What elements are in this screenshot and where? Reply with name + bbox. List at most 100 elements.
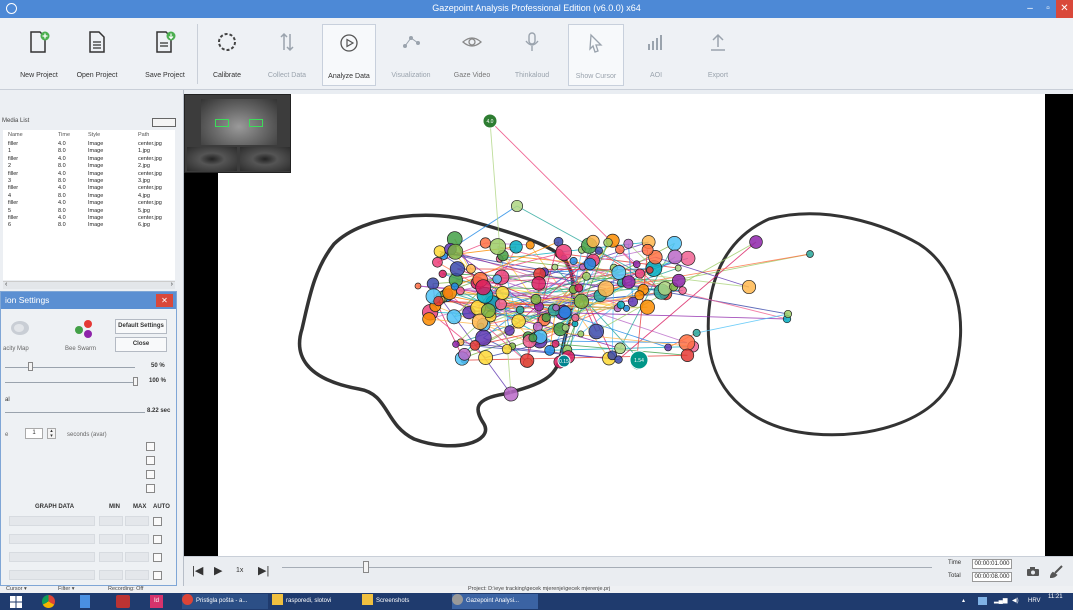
filter-dropdown[interactable]: Filter ▾ bbox=[58, 586, 75, 593]
export-label: Export bbox=[707, 72, 729, 79]
file-icon[interactable] bbox=[80, 595, 90, 608]
aoi-button[interactable]: AOI bbox=[630, 24, 682, 86]
stimulus-view[interactable]: 4.03.41.540.15 bbox=[184, 94, 1073, 556]
cell-path: 2.jpg bbox=[138, 163, 150, 170]
maximize-button[interactable]: ▫ bbox=[1040, 0, 1056, 18]
play-button[interactable]: ▶ bbox=[214, 564, 222, 577]
timeline-thumb[interactable] bbox=[363, 561, 370, 573]
taskbar-item-gazepoint[interactable]: Gazepoint Analysi... bbox=[452, 593, 538, 609]
table-row[interactable]: filler 4.0 Image center.jpg bbox=[3, 141, 175, 148]
clock[interactable]: 11:21 bbox=[1048, 594, 1063, 600]
table-row[interactable]: 2 8.0 Image 2.jpg bbox=[3, 163, 175, 170]
table-row[interactable]: filler 4.0 Image center.jpg bbox=[3, 215, 175, 222]
minimize-button[interactable]: – bbox=[1020, 0, 1040, 18]
table-row[interactable]: filler 4.0 Image center.jpg bbox=[3, 200, 175, 207]
camera-icon[interactable] bbox=[1026, 566, 1040, 577]
min-field[interactable] bbox=[99, 552, 123, 562]
brush-icon[interactable] bbox=[1050, 565, 1064, 578]
table-row[interactable]: 6 8.0 Image 6.jpg bbox=[3, 222, 175, 229]
max-field[interactable] bbox=[125, 516, 149, 526]
gaze-point bbox=[422, 312, 436, 326]
graph-data-field[interactable] bbox=[9, 516, 95, 526]
default-settings-button[interactable]: Default Settings bbox=[115, 319, 167, 334]
table-row[interactable]: 3 8.0 Image 3.jpg bbox=[3, 178, 175, 185]
table-row[interactable]: filler 4.0 Image center.jpg bbox=[3, 171, 175, 178]
cell-time: 8.0 bbox=[58, 178, 66, 184]
window-stepper[interactable]: ▴ ▾ bbox=[47, 428, 56, 439]
close-button[interactable]: Close bbox=[115, 337, 167, 352]
list-menu-icon[interactable] bbox=[152, 118, 176, 127]
time-field[interactable]: 00:00:01.000 bbox=[972, 559, 1012, 569]
right-eye-marker bbox=[249, 119, 263, 127]
opacity-map-icon[interactable] bbox=[9, 318, 31, 338]
size-slider-thumb[interactable] bbox=[133, 377, 138, 386]
min-field[interactable] bbox=[99, 534, 123, 544]
windows-start-icon[interactable] bbox=[10, 596, 22, 608]
min-field[interactable] bbox=[99, 570, 123, 580]
tray-arrow-icon[interactable]: ▴ bbox=[962, 597, 965, 604]
cursor-dropdown[interactable]: Cursor ▾ bbox=[6, 586, 27, 593]
bee-swarm-icon[interactable] bbox=[73, 319, 95, 339]
collect-data-button[interactable]: Collect Data bbox=[258, 24, 316, 86]
mail-app-icon[interactable] bbox=[116, 595, 130, 608]
auto-checkbox[interactable] bbox=[153, 517, 162, 526]
save-project-button[interactable]: Save Project bbox=[138, 24, 192, 86]
max-field[interactable] bbox=[125, 552, 149, 562]
language-indicator[interactable]: HRV bbox=[1028, 598, 1041, 604]
new-project-button[interactable]: New Project bbox=[12, 24, 66, 86]
table-row[interactable]: 5 8.0 Image 5.jpg bbox=[3, 208, 175, 215]
cell-time: 4.0 bbox=[58, 155, 66, 162]
cell-style: Image bbox=[88, 185, 104, 192]
calibrate-button[interactable]: Calibrate bbox=[201, 24, 253, 86]
indesign-icon[interactable]: Id bbox=[150, 595, 163, 608]
horizontal-scrollbar[interactable]: ‹ › bbox=[3, 281, 175, 289]
visualization-button[interactable]: Visualization bbox=[382, 24, 440, 86]
gaze-point bbox=[577, 330, 585, 338]
close-window-button[interactable]: ✕ bbox=[1056, 0, 1073, 18]
analyze-data-button[interactable]: Analyze Data bbox=[322, 24, 376, 86]
taskbar-item-mail[interactable]: Pristigla pošta - a... bbox=[182, 593, 268, 609]
max-field[interactable] bbox=[125, 570, 149, 580]
auto-checkbox[interactable] bbox=[153, 535, 162, 544]
graph-data-field[interactable] bbox=[9, 570, 95, 580]
forward-button[interactable]: ▶| bbox=[258, 564, 269, 577]
auto-checkbox[interactable] bbox=[153, 553, 162, 562]
rewind-button[interactable]: |◀ bbox=[192, 564, 203, 577]
thinkaloud-button[interactable]: Thinkaloud bbox=[504, 24, 560, 86]
checkbox-4[interactable] bbox=[146, 484, 155, 493]
taskbar-item-screenshots[interactable]: Screenshots bbox=[362, 593, 448, 609]
opacity-slider-thumb[interactable] bbox=[28, 362, 34, 371]
gaze-point bbox=[450, 282, 459, 291]
checkbox-3[interactable] bbox=[146, 470, 155, 479]
cell-style: Image bbox=[88, 215, 104, 221]
checkbox-2[interactable] bbox=[146, 456, 155, 465]
gaze-point bbox=[509, 240, 523, 254]
table-row[interactable]: 1 8.0 Image 1.jpg bbox=[3, 148, 175, 155]
chrome-icon[interactable] bbox=[42, 595, 55, 608]
table-row[interactable]: filler 4.0 Image center.jpg bbox=[3, 156, 175, 163]
panel-close-button[interactable]: ✕ bbox=[156, 294, 173, 307]
auto-checkbox[interactable] bbox=[153, 571, 162, 580]
timeline-track[interactable] bbox=[282, 567, 932, 568]
volume-icon[interactable]: ◀) bbox=[1012, 597, 1019, 604]
open-project-button[interactable]: Open Project bbox=[70, 24, 124, 86]
max-field[interactable] bbox=[125, 534, 149, 544]
min-field[interactable] bbox=[99, 516, 123, 526]
show-cursor-button[interactable]: Show Cursor bbox=[568, 24, 624, 86]
speed-button[interactable]: 1x bbox=[236, 567, 243, 574]
taskbar-item-schedule[interactable]: rasporedi, slotovi bbox=[272, 593, 358, 609]
table-row[interactable]: filler 4.0 Image center.jpg bbox=[3, 185, 175, 192]
graph-data-field[interactable] bbox=[9, 552, 95, 562]
network-icon[interactable] bbox=[978, 597, 987, 605]
checkbox-1[interactable] bbox=[146, 442, 155, 451]
window-input[interactable]: 1 bbox=[25, 428, 43, 439]
section-label: al bbox=[5, 397, 10, 403]
graph-data-field[interactable] bbox=[9, 534, 95, 544]
table-row[interactable]: 4 8.0 Image 4.jpg bbox=[3, 193, 175, 200]
signal-icon[interactable]: ▂▄▆ bbox=[994, 597, 1007, 604]
gaze-video-button[interactable]: Gaze Video bbox=[446, 24, 498, 86]
scroll-right-icon[interactable]: › bbox=[171, 281, 173, 288]
export-button[interactable]: Export bbox=[692, 24, 744, 86]
scroll-left-icon[interactable]: ‹ bbox=[5, 281, 7, 288]
gaze-point bbox=[469, 340, 481, 351]
